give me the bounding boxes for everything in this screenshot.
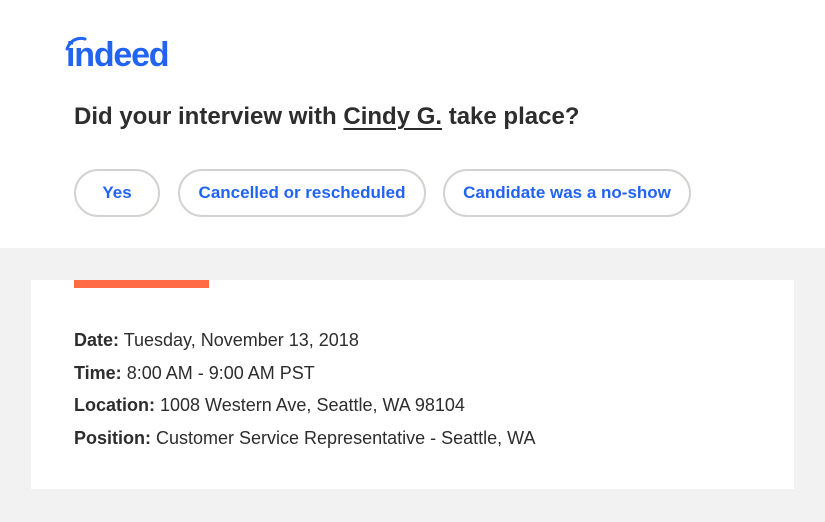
candidate-no-show-button[interactable]: Candidate was a no-show	[443, 169, 691, 217]
position-label: Position:	[74, 427, 151, 448]
time-label: Time:	[74, 362, 122, 383]
date-label: Date:	[74, 330, 120, 350]
header-section: indeed Did your interview with Cindy G. …	[0, 0, 825, 248]
date-row: Date: Tuesday, November 13, 2018	[74, 324, 535, 357]
logo-text: indeed	[66, 36, 170, 74]
cancelled-or-rescheduled-button[interactable]: Cancelled or rescheduled	[178, 169, 426, 217]
interview-question: Did your interview with Cindy G. take pl…	[74, 102, 579, 132]
interview-details-card: Date: Tuesday, November 13, 2018 Time: 8…	[31, 280, 794, 489]
time-value: 8:00 AM - 9:00 AM PST	[121, 362, 315, 383]
location-row: Location: 1008 Western Ave, Seattle, WA …	[74, 389, 535, 422]
location-value: 1008 Western Ave, Seattle, WA 98104	[155, 395, 465, 415]
position-value: Customer Service Representative - Seattl…	[151, 427, 536, 448]
question-prefix: Did your interview with	[74, 103, 344, 130]
interview-details: Date: Tuesday, November 13, 2018 Time: 8…	[74, 324, 535, 454]
question-suffix: take place?	[442, 103, 580, 130]
accent-bar	[74, 280, 209, 288]
position-row: Position: Customer Service Representativ…	[74, 422, 535, 455]
date-value: Tuesday, November 13, 2018	[119, 330, 359, 350]
yes-button[interactable]: Yes	[74, 169, 160, 217]
location-label: Location:	[74, 395, 155, 415]
candidate-name-link[interactable]: Cindy G.	[343, 103, 442, 130]
time-row: Time: 8:00 AM - 9:00 AM PST	[74, 357, 535, 390]
